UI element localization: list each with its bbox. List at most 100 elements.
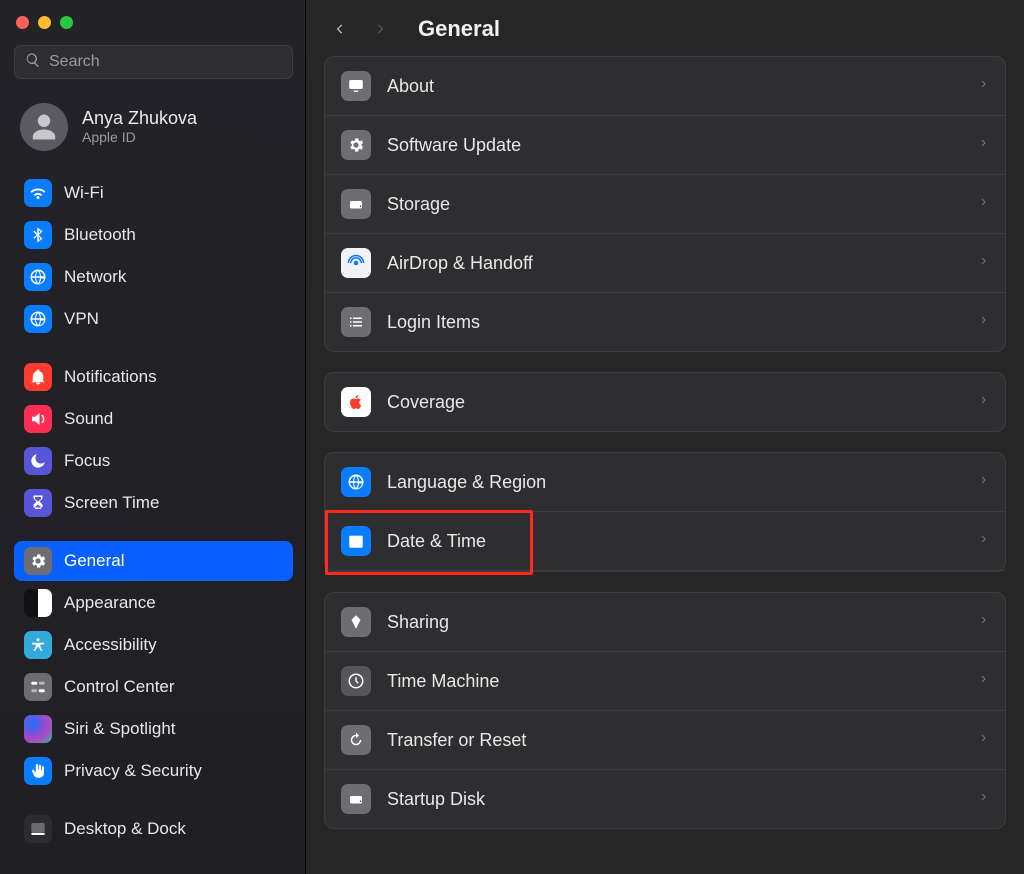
main-panel: General About Software Update Storage <box>306 0 1024 874</box>
sidebar-item-vpn[interactable]: VPN <box>14 299 293 339</box>
sidebar-item-label: Privacy & Security <box>64 761 202 781</box>
row-language-region[interactable]: Language & Region <box>325 453 1005 512</box>
avatar <box>20 103 68 151</box>
sidebar-item-siri-spotlight[interactable]: Siri & Spotlight <box>14 709 293 749</box>
reset-icon <box>341 725 371 755</box>
row-label: Time Machine <box>387 671 499 692</box>
account-name: Anya Zhukova <box>82 108 197 130</box>
settings-window: Search Anya Zhukova Apple ID Wi-Fi Bluet… <box>0 0 1024 874</box>
sidebar-item-label: Siri & Spotlight <box>64 719 176 739</box>
search-input[interactable]: Search <box>14 45 293 79</box>
chevron-right-icon <box>979 671 989 692</box>
row-label: AirDrop & Handoff <box>387 253 533 274</box>
chevron-right-icon <box>979 312 989 333</box>
chevron-right-icon <box>979 194 989 215</box>
sidebar-item-desktop-dock[interactable]: Desktop & Dock <box>14 809 293 849</box>
sidebar-item-notifications[interactable]: Notifications <box>14 357 293 397</box>
sidebar-item-screen-time[interactable]: Screen Time <box>14 483 293 523</box>
display-icon <box>341 71 371 101</box>
siri-icon <box>24 715 52 743</box>
row-date-time[interactable]: Date & Time <box>325 512 1005 571</box>
switches-icon <box>24 673 52 701</box>
settings-group: Sharing Time Machine Transfer or Reset S… <box>324 592 1006 829</box>
row-label: Date & Time <box>387 531 486 552</box>
row-storage[interactable]: Storage <box>325 175 1005 234</box>
hand-icon <box>24 757 52 785</box>
sidebar-list: Wi-Fi Bluetooth Network VPN Notification… <box>10 173 297 849</box>
sidebar-item-focus[interactable]: Focus <box>14 441 293 481</box>
network-icon <box>24 263 52 291</box>
nav-forward-button[interactable] <box>370 18 392 40</box>
row-label: Language & Region <box>387 472 546 493</box>
airdrop-icon <box>341 248 371 278</box>
dock-icon <box>24 815 52 843</box>
fullscreen-window-button[interactable] <box>60 16 73 29</box>
sidebar-item-wifi[interactable]: Wi-Fi <box>14 173 293 213</box>
row-label: Coverage <box>387 392 465 413</box>
row-startup-disk[interactable]: Startup Disk <box>325 770 1005 828</box>
search-placeholder: Search <box>49 53 100 71</box>
sidebar-item-label: Sound <box>64 409 113 429</box>
vpn-icon <box>24 305 52 333</box>
sidebar-item-label: Accessibility <box>64 635 157 655</box>
accessibility-icon <box>24 631 52 659</box>
sidebar-item-label: Bluetooth <box>64 225 136 245</box>
sidebar-item-appearance[interactable]: Appearance <box>14 583 293 623</box>
startup-disk-icon <box>341 784 371 814</box>
sidebar-item-control-center[interactable]: Control Center <box>14 667 293 707</box>
sidebar-item-sound[interactable]: Sound <box>14 399 293 439</box>
hourglass-icon <box>24 489 52 517</box>
sidebar-item-network[interactable]: Network <box>14 257 293 297</box>
sidebar-item-label: Appearance <box>64 593 156 613</box>
row-label: Startup Disk <box>387 789 485 810</box>
chevron-right-icon <box>979 392 989 413</box>
list-icon <box>341 307 371 337</box>
window-controls <box>10 10 297 39</box>
sidebar-item-label: Notifications <box>64 367 157 387</box>
row-login-items[interactable]: Login Items <box>325 293 1005 351</box>
row-about[interactable]: About <box>325 57 1005 116</box>
chevron-right-icon <box>979 76 989 97</box>
account-subtitle: Apple ID <box>82 129 197 146</box>
time-machine-icon <box>341 666 371 696</box>
chevron-right-icon <box>979 135 989 156</box>
sound-icon <box>24 405 52 433</box>
sidebar-item-label: General <box>64 551 124 571</box>
row-label: Sharing <box>387 612 449 633</box>
page-title: General <box>418 16 500 42</box>
sidebar-item-accessibility[interactable]: Accessibility <box>14 625 293 665</box>
row-time-machine[interactable]: Time Machine <box>325 652 1005 711</box>
minimize-window-button[interactable] <box>38 16 51 29</box>
row-airdrop-handoff[interactable]: AirDrop & Handoff <box>325 234 1005 293</box>
row-sharing[interactable]: Sharing <box>325 593 1005 652</box>
appearance-icon <box>24 589 52 617</box>
globe-icon <box>341 467 371 497</box>
sidebar-item-label: Control Center <box>64 677 175 697</box>
row-label: Login Items <box>387 312 480 333</box>
row-software-update[interactable]: Software Update <box>325 116 1005 175</box>
row-transfer-reset[interactable]: Transfer or Reset <box>325 711 1005 770</box>
sidebar-item-label: VPN <box>64 309 99 329</box>
row-label: Software Update <box>387 135 521 156</box>
sidebar-item-bluetooth[interactable]: Bluetooth <box>14 215 293 255</box>
sidebar: Search Anya Zhukova Apple ID Wi-Fi Bluet… <box>0 0 306 874</box>
apple-id-account[interactable]: Anya Zhukova Apple ID <box>10 93 297 167</box>
sidebar-item-label: Desktop & Dock <box>64 819 186 839</box>
moon-icon <box>24 447 52 475</box>
close-window-button[interactable] <box>16 16 29 29</box>
nav-back-button[interactable] <box>328 18 350 40</box>
row-coverage[interactable]: Coverage <box>325 373 1005 431</box>
disk-icon <box>341 189 371 219</box>
sidebar-item-privacy-security[interactable]: Privacy & Security <box>14 751 293 791</box>
gear-icon <box>341 130 371 160</box>
chevron-right-icon <box>979 789 989 810</box>
settings-group: Coverage <box>324 372 1006 432</box>
sharing-icon <box>341 607 371 637</box>
chevron-right-icon <box>979 472 989 493</box>
sidebar-item-label: Screen Time <box>64 493 159 513</box>
sidebar-item-label: Focus <box>64 451 110 471</box>
sidebar-item-general[interactable]: General <box>14 541 293 581</box>
calendar-icon <box>341 526 371 556</box>
gear-icon <box>24 547 52 575</box>
row-label: About <box>387 76 434 97</box>
